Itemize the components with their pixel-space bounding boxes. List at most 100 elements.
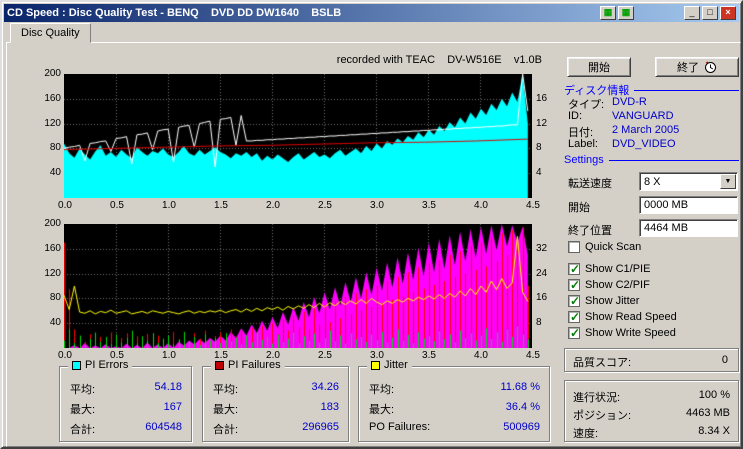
tick-label: 120 — [44, 117, 61, 129]
titlebar-buttons: ▦ ▦ _ □ × — [600, 6, 736, 20]
checkbox-box[interactable] — [568, 262, 580, 276]
stat-row: 最大: 36.4 % — [369, 401, 540, 417]
disc-label-value: DVD_VIDEO — [612, 138, 676, 150]
checkbox-box[interactable] — [568, 278, 580, 292]
stat-value: 167 — [163, 401, 182, 413]
stat-label: 平均: — [369, 384, 395, 396]
checkbox-box[interactable] — [568, 294, 580, 308]
stat-row: 合計: 604548 — [70, 421, 182, 437]
start-pos-label: 開始 — [568, 202, 590, 214]
checkbox-box[interactable] — [568, 310, 580, 324]
clock-icon — [705, 61, 716, 73]
tick-label: 40 — [49, 317, 61, 329]
tick-label: 4.0 — [474, 350, 488, 361]
tick-label: 80 — [49, 142, 61, 154]
checkbox-show-jitter[interactable]: Show Jitter — [568, 294, 639, 308]
checkbox-box[interactable] — [568, 241, 580, 253]
checkbox-show-write-speed[interactable]: Show Write Speed — [568, 326, 676, 340]
pi-failures-title: PI Failures — [228, 359, 281, 371]
graph-icon-1[interactable]: ▦ — [600, 6, 616, 20]
quality-score-box: 品質スコア: 0 — [564, 348, 739, 372]
chart-plot — [64, 224, 532, 348]
chart-canvas — [64, 224, 532, 348]
disc-id-label: ID: — [568, 110, 583, 122]
tick-label: 3.5 — [422, 350, 436, 361]
pi-errors-legend: PI Errors — [68, 359, 133, 371]
stat-row: 平均: 34.26 — [213, 381, 339, 397]
disc-id-value: VANGUARD — [612, 110, 674, 122]
disc-id-row: ID: VANGUARD — [568, 110, 739, 122]
jitter-title: Jitter — [384, 359, 408, 371]
chart-plot — [64, 74, 532, 198]
tick-label: 16 — [536, 92, 548, 104]
stat-row: 平均: 54.18 — [70, 381, 182, 397]
window-title: CD Speed : Disc Quality Test - BENQ DVD … — [7, 7, 342, 19]
stat-label: 最大: — [70, 404, 96, 416]
stat-value: 11.68 % — [500, 381, 540, 393]
jitter-box: Jitter 平均: 11.68 % 最大: 36.4 % PO Failures:… — [358, 359, 550, 442]
speed-value: 8.34 X — [698, 425, 730, 437]
stat-value: 54.18 — [154, 381, 182, 393]
tick-label: 1.0 — [162, 350, 176, 361]
disc-label-row: Label: DVD_VIDEO — [568, 138, 739, 150]
stat-value: 604548 — [145, 421, 182, 433]
titlebar[interactable]: CD Speed : Disc Quality Test - BENQ DVD … — [4, 4, 739, 22]
pi-errors-title: PI Errors — [85, 359, 129, 371]
end-pos-label: 終了位置 — [568, 225, 612, 237]
exit-button[interactable]: 終了 — [655, 57, 739, 77]
tick-label: 0.5 — [110, 200, 124, 211]
checkbox-label: Show C1/PIE — [585, 263, 651, 275]
stat-label: 平均: — [213, 384, 239, 396]
stat-row: 最大: 167 — [70, 401, 182, 417]
tick-label: 4.0 — [474, 200, 488, 211]
end-position-input[interactable]: 4464 MB — [639, 219, 738, 237]
checkbox-label: Show Write Speed — [585, 327, 676, 339]
pi-errors-box: PI Errors 平均: 54.18 最大: 167 合計: 604548 — [59, 359, 192, 442]
checkbox-label: Show Read Speed — [585, 311, 677, 323]
chevron-down-icon[interactable]: ▼ — [720, 174, 736, 189]
speed-row: 速度: 8.34 X — [573, 425, 730, 441]
checkbox-box[interactable] — [568, 326, 580, 340]
checkbox-label: Quick Scan — [585, 241, 642, 253]
stat-row: 最大: 183 — [213, 401, 339, 417]
pi-failures-legend: PI Failures — [211, 359, 285, 371]
titlebar-spacer — [636, 13, 682, 14]
stat-value: 183 — [320, 401, 339, 413]
minimize-button[interactable]: _ — [684, 6, 700, 20]
checkbox-show-c2-pif[interactable]: Show C2/PIF — [568, 278, 650, 292]
disc-type-value: DVD-R — [612, 96, 647, 108]
tick-label: 80 — [49, 292, 61, 304]
close-icon[interactable]: × — [720, 6, 736, 20]
start-position-input[interactable]: 0000 MB — [639, 196, 738, 214]
tick-label: 1.0 — [162, 200, 176, 211]
tick-label: 40 — [49, 167, 61, 179]
jitter-swatch-icon — [371, 360, 380, 370]
speed-select[interactable]: 8 X ▼ — [639, 172, 738, 191]
checkbox-show-read-speed[interactable]: Show Read Speed — [568, 310, 677, 324]
tick-label: 4 — [536, 167, 542, 179]
tick-label: 160 — [44, 92, 61, 104]
status-panel: 進行状況: 100 % ポジション: 4463 MB 速度: 8.34 X — [564, 380, 739, 442]
start-button[interactable]: 開始 — [567, 57, 631, 77]
tick-label: 160 — [44, 242, 61, 254]
settings-title: Settings — [564, 154, 604, 166]
stat-label: 合計: — [70, 424, 96, 436]
tick-label: 32 — [536, 242, 548, 254]
tab-disc-quality[interactable]: Disc Quality — [10, 23, 91, 43]
pi-failures-swatch-icon — [215, 360, 224, 370]
speed-value-label: 速度: — [573, 428, 599, 440]
stat-value: 36.4 % — [505, 401, 540, 413]
checkbox-quick-scan[interactable]: Quick Scan — [568, 241, 641, 253]
checkbox-show-c1-pie[interactable]: Show C1/PIE — [568, 262, 651, 276]
stat-label: 合計: — [213, 424, 239, 436]
maximize-button[interactable]: □ — [702, 6, 718, 20]
stat-row: 合計: 296965 — [213, 421, 339, 437]
quality-chart-bottom: 200 160 120 80 40 32 24 16 8 0.0 0.5 1.0 1.5 2.0 2.5 3.… — [38, 218, 558, 364]
stat-label: 平均: — [70, 384, 96, 396]
quality-score-label: 品質スコア: — [573, 357, 632, 369]
tick-label: 0.0 — [58, 200, 72, 211]
tick-label: 8 — [536, 317, 542, 329]
position-label: ポジション: — [573, 410, 632, 422]
tick-label: 200 — [44, 218, 61, 229]
graph-icon-2[interactable]: ▦ — [618, 6, 634, 20]
